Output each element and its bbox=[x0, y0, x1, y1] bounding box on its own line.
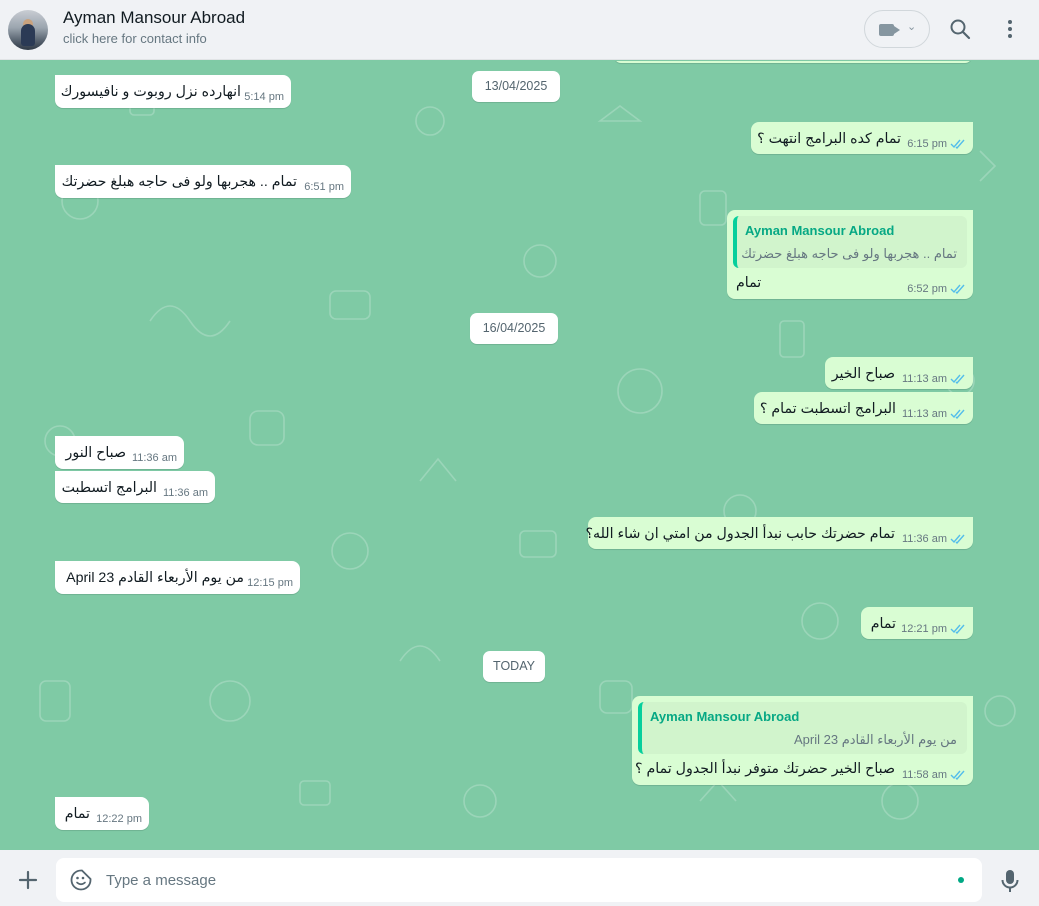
video-call-button[interactable]: ⌄ bbox=[864, 10, 930, 48]
message-text: من يوم الأربعاء القادم April 23 bbox=[66, 570, 244, 586]
date-label: TODAY bbox=[493, 659, 535, 673]
double-tick-icon bbox=[950, 534, 965, 544]
mic-icon[interactable] bbox=[999, 868, 1021, 894]
date-label: 16/04/2025 bbox=[482, 321, 546, 335]
contact-name[interactable]: Ayman Mansour Abroad bbox=[63, 8, 245, 28]
message-incoming[interactable]: من يوم الأربعاء القادم April 23 12:15 pm bbox=[55, 561, 300, 594]
message-partial bbox=[614, 61, 972, 63]
message-text: البرامج اتسطبت bbox=[61, 480, 157, 496]
double-tick-icon bbox=[950, 374, 965, 384]
message-time: 11:13 am bbox=[901, 408, 947, 420]
message-text: انهارده نزل روبوت و نافيسورك bbox=[60, 84, 241, 100]
message-incoming[interactable]: تمام .. هجربها ولو فى حاجه هبلغ حضرتك 6:… bbox=[55, 165, 351, 198]
message-time: 5:14 pm bbox=[244, 91, 284, 103]
date-separator: 16/04/2025 bbox=[470, 313, 558, 344]
message-list[interactable]: 13/04/2025 انهارده نزل روبوت و نافيسورك … bbox=[0, 61, 1039, 850]
message-text: تمام .. هجربها ولو فى حاجه هبلغ حضرتك bbox=[61, 174, 297, 190]
message-text: تمام bbox=[64, 806, 90, 822]
quoted-sender: Ayman Mansour Abroad bbox=[745, 223, 895, 238]
message-incoming[interactable]: تمام 12:22 pm bbox=[55, 797, 149, 830]
double-tick-icon bbox=[950, 139, 965, 149]
chat-header: Ayman Mansour Abroad click here for cont… bbox=[0, 0, 1039, 60]
message-outgoing-reply[interactable]: Ayman Mansour Abroad تمام .. هجربها ولو … bbox=[727, 210, 973, 299]
message-time: 12:15 pm bbox=[247, 577, 293, 589]
contact-avatar[interactable] bbox=[8, 10, 48, 50]
message-outgoing[interactable]: صباح الخير 11:13 am bbox=[825, 357, 973, 389]
message-time: 6:52 pm bbox=[907, 283, 947, 295]
message-text: صباح النور bbox=[65, 445, 126, 461]
message-text: البرامج اتسطبت تمام ؟ bbox=[759, 401, 896, 417]
message-text: تمام كده البرامج انتهت ؟ bbox=[757, 131, 901, 147]
message-outgoing[interactable]: البرامج اتسطبت تمام ؟ 11:13 am bbox=[754, 392, 973, 424]
date-label: 13/04/2025 bbox=[484, 79, 548, 93]
message-time: 6:15 pm bbox=[907, 138, 947, 150]
message-text: تمام bbox=[870, 616, 896, 632]
contact-info-link[interactable]: click here for contact info bbox=[63, 31, 207, 46]
message-input[interactable] bbox=[106, 858, 926, 902]
message-time: 11:36 am bbox=[131, 452, 177, 464]
menu-icon[interactable] bbox=[998, 17, 1022, 41]
message-outgoing[interactable]: تمام 12:21 pm bbox=[861, 607, 973, 639]
message-outgoing[interactable]: تمام كده البرامج انتهت ؟ 6:15 pm bbox=[751, 122, 973, 154]
double-tick-icon bbox=[950, 770, 965, 780]
quoted-sender: Ayman Mansour Abroad bbox=[650, 709, 800, 724]
message-time: 12:21 pm bbox=[901, 623, 947, 635]
quoted-text: من يوم الأربعاء القادم April 23 bbox=[794, 732, 957, 747]
message-incoming[interactable]: صباح النور 11:36 am bbox=[55, 436, 184, 469]
message-incoming[interactable]: انهارده نزل روبوت و نافيسورك 5:14 pm bbox=[55, 75, 291, 108]
message-incoming[interactable]: البرامج اتسطبت 11:36 am bbox=[55, 471, 215, 503]
quoted-message[interactable]: Ayman Mansour Abroad تمام .. هجربها ولو … bbox=[733, 216, 967, 268]
search-icon[interactable] bbox=[948, 17, 972, 41]
date-separator: 13/04/2025 bbox=[472, 71, 560, 102]
double-tick-icon bbox=[950, 284, 965, 294]
message-text: تمام حضرتك حابب نبدأ الجدول من امتي ان ش… bbox=[585, 526, 895, 542]
date-separator: TODAY bbox=[483, 651, 545, 682]
message-outgoing[interactable]: تمام حضرتك حابب نبدأ الجدول من امتي ان ش… bbox=[585, 517, 973, 549]
message-time: 11:13 am bbox=[901, 373, 947, 385]
quoted-message[interactable]: Ayman Mansour Abroad من يوم الأربعاء الق… bbox=[638, 702, 967, 754]
composer-bar bbox=[0, 850, 1039, 906]
message-text: صباح الخير bbox=[831, 366, 895, 382]
message-text: تمام bbox=[736, 275, 762, 291]
message-time: 12:22 pm bbox=[96, 813, 142, 825]
sticker-icon[interactable] bbox=[69, 868, 93, 892]
quoted-text: تمام .. هجربها ولو فى حاجه هبلغ حضرتك bbox=[741, 246, 957, 261]
double-tick-icon bbox=[950, 409, 965, 419]
message-text: صباح الخير حضرتك متوفر نبدأ الجدول تمام … bbox=[635, 761, 895, 777]
message-time: 11:36 am bbox=[901, 533, 947, 545]
message-time: 11:58 am bbox=[901, 769, 947, 781]
chevron-down-icon: ⌄ bbox=[907, 21, 917, 33]
video-call-icon bbox=[879, 24, 894, 36]
plus-icon[interactable] bbox=[16, 868, 40, 892]
double-tick-icon bbox=[950, 624, 965, 634]
message-outgoing-reply[interactable]: Ayman Mansour Abroad من يوم الأربعاء الق… bbox=[632, 696, 973, 785]
status-dot bbox=[958, 877, 964, 883]
message-input-box[interactable] bbox=[56, 858, 982, 902]
message-time: 11:36 am bbox=[162, 487, 208, 499]
message-time: 6:51 pm bbox=[304, 181, 344, 193]
